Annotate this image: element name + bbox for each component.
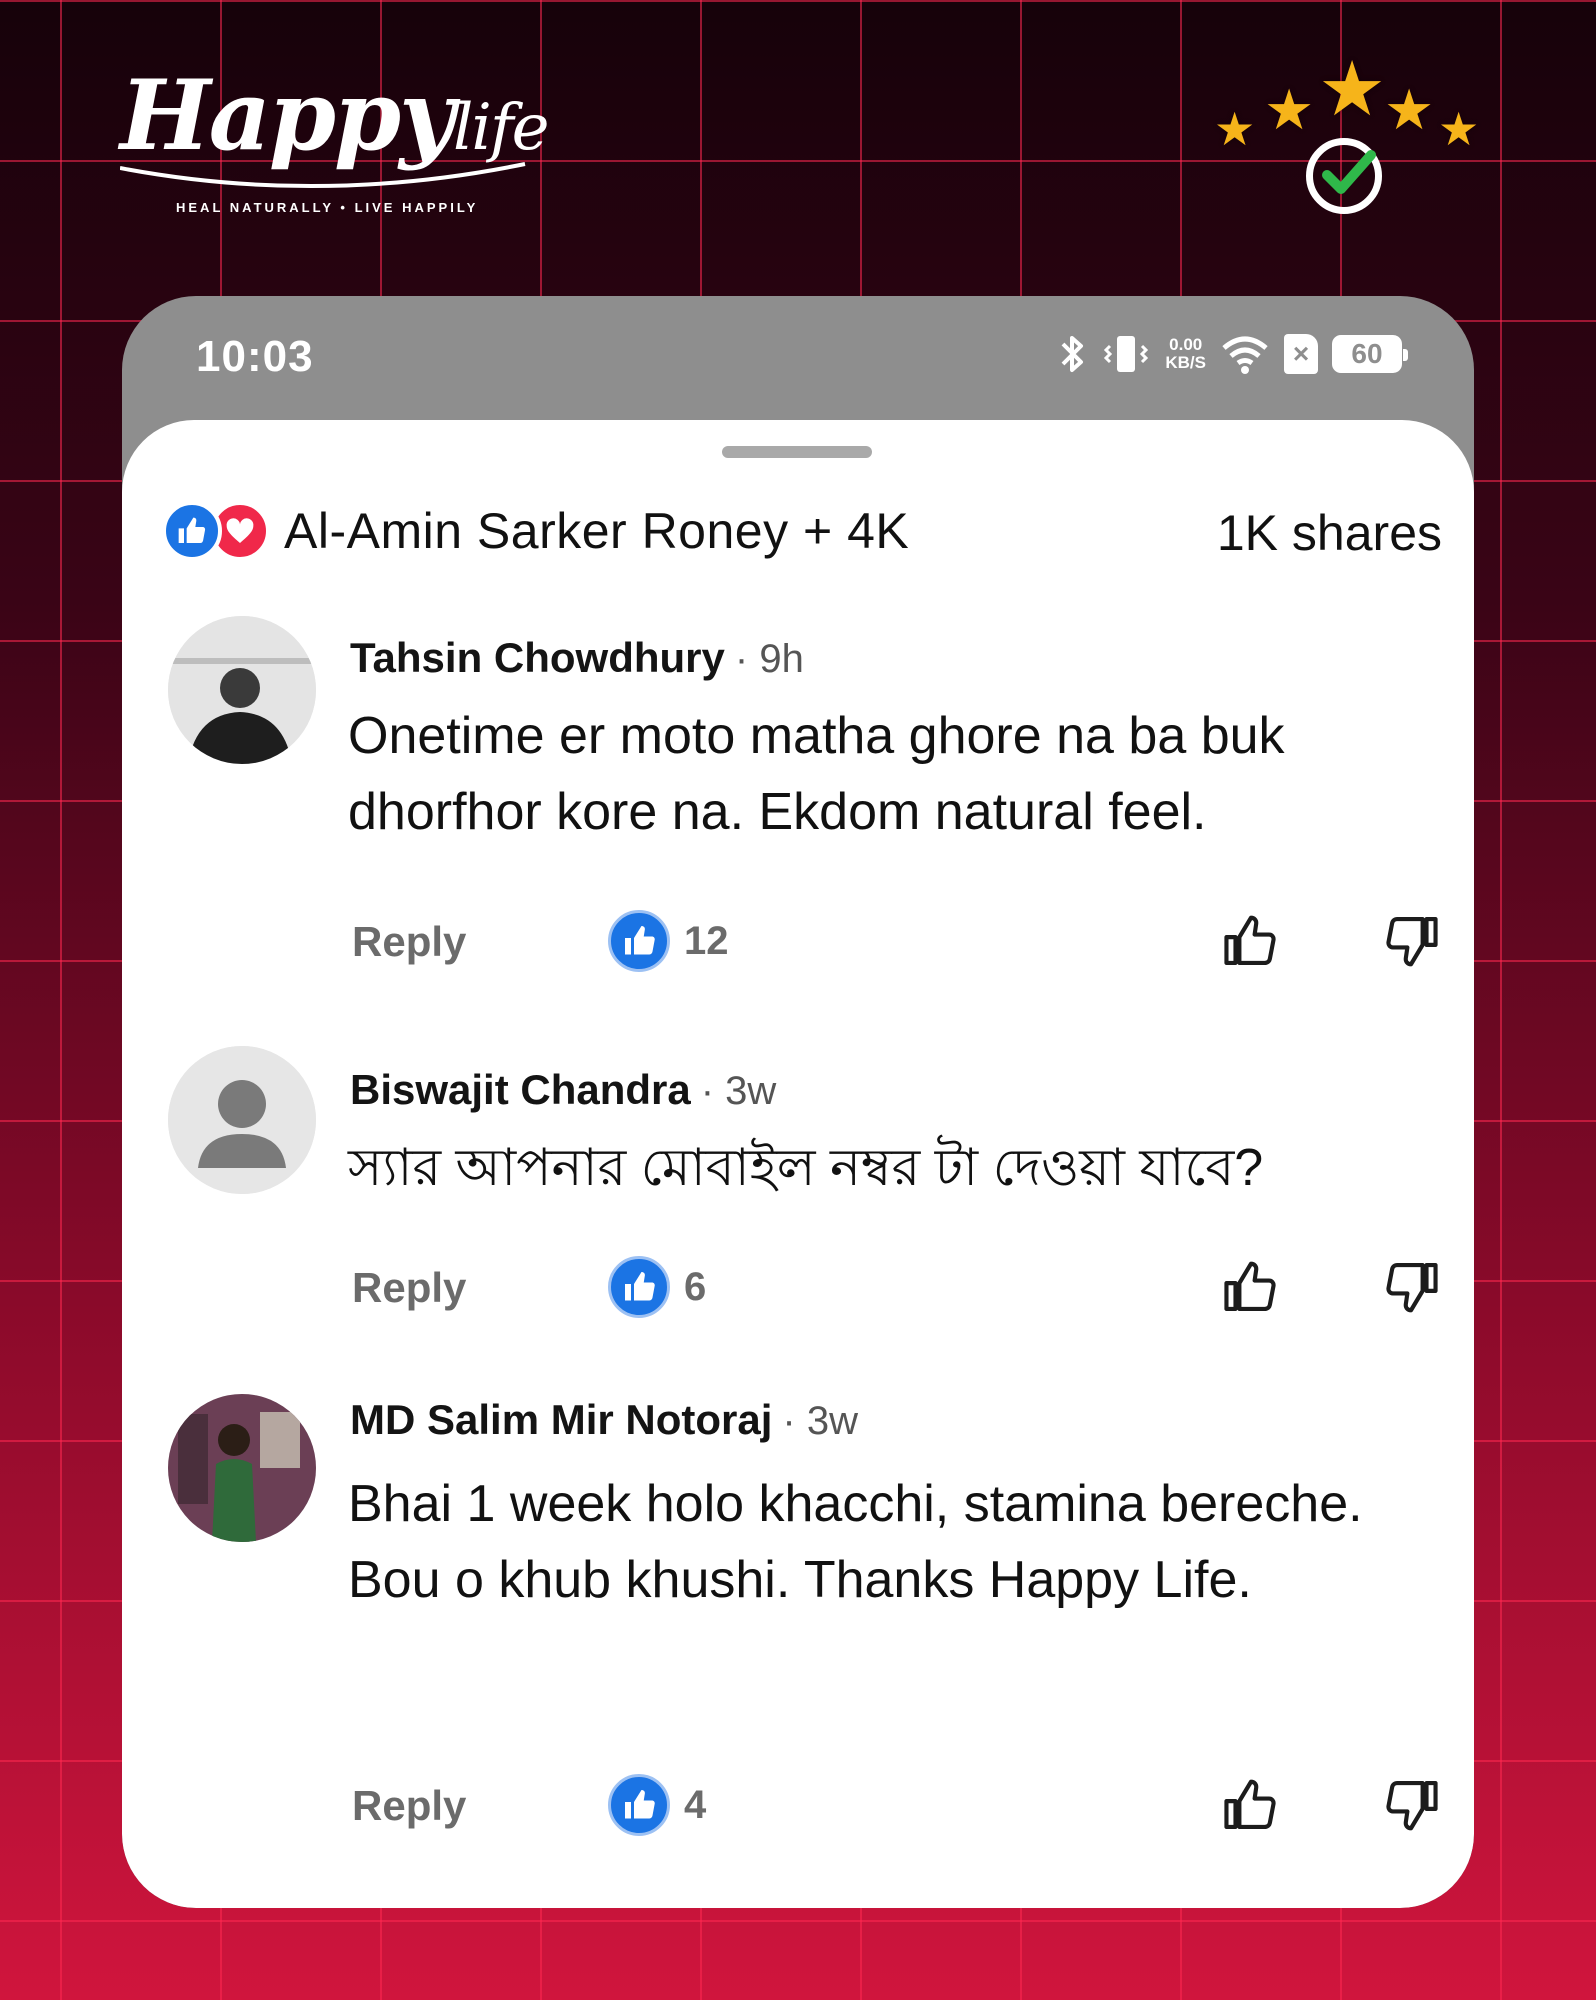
thumbs-down-icon[interactable]	[1380, 910, 1442, 972]
like-badge-icon	[608, 1774, 670, 1836]
comment-time: · 9h	[734, 637, 804, 681]
star-icon: ★	[1438, 103, 1480, 155]
commenter-name[interactable]: Biswajit Chandra	[350, 1066, 691, 1113]
status-time: 10:03	[196, 332, 314, 381]
phone-screenshot: 10:03 0.00 KB/S × 60 Al-Amin Sarker Rone…	[122, 296, 1474, 1908]
logo-swoosh	[120, 162, 526, 189]
comment-text: Onetime er moto matha ghore na ba buk dh…	[348, 707, 1285, 841]
reply-button[interactable]: Reply	[352, 1782, 466, 1830]
comment-time: · 3w	[782, 1399, 858, 1443]
thumbs-up-icon[interactable]	[1220, 1774, 1282, 1836]
star-icon: ★	[1318, 47, 1387, 132]
like-count: 4	[608, 1774, 706, 1836]
comment-actions: Reply 12	[348, 910, 1442, 980]
rating-badge: ★ ★ ★ ★ ★	[1214, 52, 1484, 232]
vibrate-icon	[1104, 336, 1149, 372]
no-sim-icon: ×	[1284, 334, 1318, 374]
comment-item: Tahsin Chowdhury · 9h Onetime er moto mat…	[162, 616, 1442, 996]
comments-sheet[interactable]: Al-Amin Sarker Roney + 4K 1K shares Tahs…	[122, 420, 1474, 1908]
comment-text: স্যার আপনার মোবাইল নম্বর টা দেওয়া যাবে?	[348, 1139, 1264, 1197]
bluetooth-icon	[1061, 336, 1084, 372]
comment-actions: Reply 4	[348, 1774, 1442, 1844]
star-icon: ★	[1264, 78, 1315, 141]
status-bar: 10:03 0.00 KB/S × 60	[122, 296, 1474, 422]
battery-indicator: 60	[1332, 335, 1408, 373]
logo-tagline: HEAL NATURALLY • LIVE HAPPILY	[176, 200, 479, 215]
avatar[interactable]	[168, 1394, 316, 1542]
thumbs-up-icon[interactable]	[1220, 1256, 1282, 1318]
thumbs-up-icon[interactable]	[1220, 910, 1282, 972]
logo-main-text: Happy	[120, 59, 455, 172]
reply-button[interactable]: Reply	[352, 1264, 466, 1312]
like-reaction-icon	[162, 501, 222, 561]
star-icon: ★	[1384, 78, 1435, 141]
reply-button[interactable]: Reply	[352, 918, 466, 966]
avatar[interactable]	[168, 616, 316, 764]
commenter-name[interactable]: MD Salim Mir Notoraj	[350, 1396, 772, 1443]
comment-item: MD Salim Mir Notoraj · 3w Bhai 1 week hol…	[162, 1394, 1442, 1854]
network-speed: 0.00 KB/S	[1165, 335, 1206, 372]
like-badge-icon	[608, 1256, 670, 1318]
comment-text: Bhai 1 week holo khacchi, stamina berech…	[348, 1475, 1363, 1609]
logo-script-text: life	[452, 91, 549, 165]
like-badge-icon	[608, 910, 670, 972]
avatar[interactable]	[168, 1046, 316, 1194]
wifi-icon	[1222, 336, 1268, 374]
like-count: 6	[608, 1256, 706, 1318]
like-count: 12	[608, 910, 729, 972]
verified-check-icon	[1306, 138, 1382, 214]
comment-actions: Reply 6	[348, 1256, 1442, 1326]
drag-handle[interactable]	[722, 446, 872, 458]
star-icon: ★	[1214, 103, 1256, 155]
post-reactions-summary[interactable]: Al-Amin Sarker Roney + 4K 1K shares	[162, 496, 1442, 566]
comment-item: Biswajit Chandra · 3w স্যার আপনার মোবাইল …	[162, 1046, 1442, 1346]
thumbs-down-icon[interactable]	[1380, 1256, 1442, 1318]
thumbs-down-icon[interactable]	[1380, 1774, 1442, 1836]
comment-time: · 3w	[700, 1069, 777, 1113]
brand-logo: Happylife HEAL NATURALLY • LIVE HAPPILY	[120, 68, 549, 218]
shares-count[interactable]: 1K shares	[1217, 504, 1442, 562]
commenter-name[interactable]: Tahsin Chowdhury	[350, 634, 725, 681]
reactors-text[interactable]: Al-Amin Sarker Roney + 4K	[284, 502, 909, 560]
